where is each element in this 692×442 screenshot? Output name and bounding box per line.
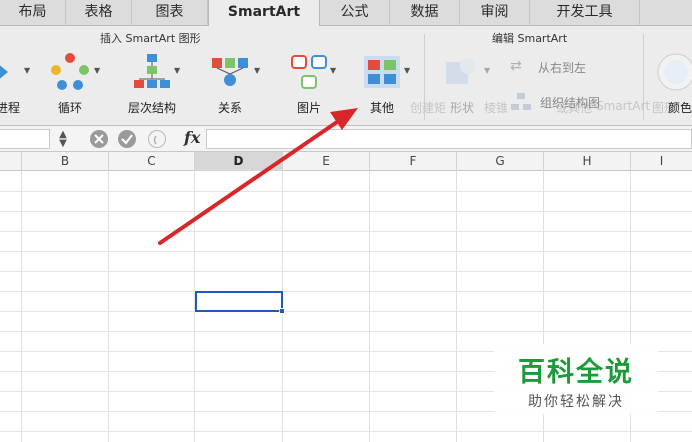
function-wizard-icon[interactable] (148, 130, 166, 148)
grid-line (0, 271, 692, 272)
confirm-icon[interactable] (118, 130, 136, 148)
org-chart-icon (511, 93, 531, 110)
ribbon-tab-bar: 布局 表格 图表 SmartArt 公式 数据 审阅 开发工具 (0, 0, 692, 27)
faded-hint-text: SmartArt (596, 99, 651, 113)
chevron-down-icon: ▼ (94, 66, 101, 75)
column-header-d[interactable]: D (195, 152, 283, 171)
column-header-e[interactable]: E (283, 152, 370, 171)
chevron-down-icon: ▼ (330, 66, 337, 75)
org-chart-label: 组织结构图 (540, 96, 601, 110)
formula-bar: ▲ ▼ fx (0, 126, 692, 152)
column-header-i[interactable]: I (631, 152, 692, 171)
tab-developer[interactable]: 开发工具 (530, 0, 640, 26)
edit-group-title: 编辑 SmartArt (492, 32, 568, 45)
swap-arrows-icon: ⇄ (510, 58, 522, 74)
column-header-row: B C D E F G H I (0, 152, 692, 171)
chevron-down-icon: ▼ (484, 66, 491, 75)
ribbon-panel: 插入 SmartArt 图形 编辑 SmartArt ▼ 进程 ▼ 循环 ▼ 层… (0, 26, 692, 126)
shape-label: 形状 (449, 101, 474, 115)
grid-line (0, 191, 692, 192)
column-header-f[interactable]: F (370, 152, 457, 171)
smartart-color-button[interactable]: 颜色 (654, 52, 692, 120)
tab-chart[interactable]: 图表 (132, 0, 208, 26)
tab-data[interactable]: 数据 (390, 0, 460, 26)
column-header-b[interactable]: B (22, 152, 109, 171)
tab-formulas[interactable]: 公式 (320, 0, 390, 26)
chevron-down-icon: ▼ (254, 66, 261, 75)
column-header-g[interactable]: G (457, 152, 544, 171)
watermark-title: 百科全说 (518, 357, 634, 388)
tab-smartart[interactable]: SmartArt (208, 0, 320, 27)
column-header-c[interactable]: C (109, 152, 195, 171)
grid-line (0, 251, 692, 252)
name-box[interactable] (0, 129, 50, 149)
name-box-stepper[interactable]: ▲ ▼ (56, 130, 70, 149)
grid-line (0, 431, 692, 432)
process-label: 进程 (0, 101, 20, 115)
picture-label: 图片 (296, 101, 321, 115)
right-to-left-label: 从右到左 (538, 61, 587, 75)
hierarchy-label: 层次结构 (127, 101, 176, 115)
smartart-shape-button[interactable]: ▼ 形状 (434, 52, 490, 120)
smartart-cycle-button[interactable]: ▼ 循环 (44, 52, 100, 120)
watermark-subtitle: 助你轻松解决 (528, 394, 624, 410)
fill-handle[interactable] (279, 308, 285, 314)
grid-line (0, 331, 692, 332)
smartart-hierarchy-button[interactable]: ▼ 层次结构 (118, 52, 186, 120)
grid-line (0, 211, 692, 212)
grid-line (0, 291, 692, 292)
shape-icon (446, 58, 476, 84)
insert-group-title: 插入 SmartArt 图形 (100, 32, 201, 45)
grid-line (0, 231, 692, 232)
hierarchy-icon (134, 54, 170, 88)
cycle-icon (51, 53, 89, 90)
other-label: 其他 (369, 101, 394, 115)
chevron-down-icon: ▼ (174, 66, 181, 75)
tab-table[interactable]: 表格 (66, 0, 132, 26)
other-icon (364, 56, 400, 88)
relationship-icon (212, 58, 248, 86)
smartart-picture-button[interactable]: ▼ 图片 (282, 52, 336, 120)
cancel-icon[interactable] (90, 130, 108, 148)
grid-line (0, 311, 692, 312)
chevron-down-icon: ▼ (24, 66, 31, 75)
chevron-down-icon: ▼ (404, 66, 411, 75)
cycle-label: 循环 (57, 101, 82, 115)
smartart-relationship-button[interactable]: ▼ 关系 (200, 52, 260, 120)
column-header-h[interactable]: H (544, 152, 631, 171)
fx-icon[interactable]: fx (184, 128, 200, 147)
formula-input[interactable] (206, 129, 692, 149)
color-palette-icon (657, 53, 692, 91)
tab-layout[interactable]: 布局 (0, 0, 66, 26)
relationship-label: 关系 (217, 101, 242, 115)
picture-icon (291, 55, 327, 89)
tab-review[interactable]: 审阅 (460, 0, 530, 26)
watermark: 百科全说 助你轻松解决 (494, 344, 658, 414)
smartart-process-button[interactable]: ▼ 进程 (0, 52, 30, 120)
smartart-other-button[interactable]: ▼ 其他 (354, 52, 410, 120)
color-label: 颜色 (668, 101, 692, 115)
column-header[interactable] (0, 152, 22, 171)
selected-cell[interactable] (195, 291, 283, 312)
